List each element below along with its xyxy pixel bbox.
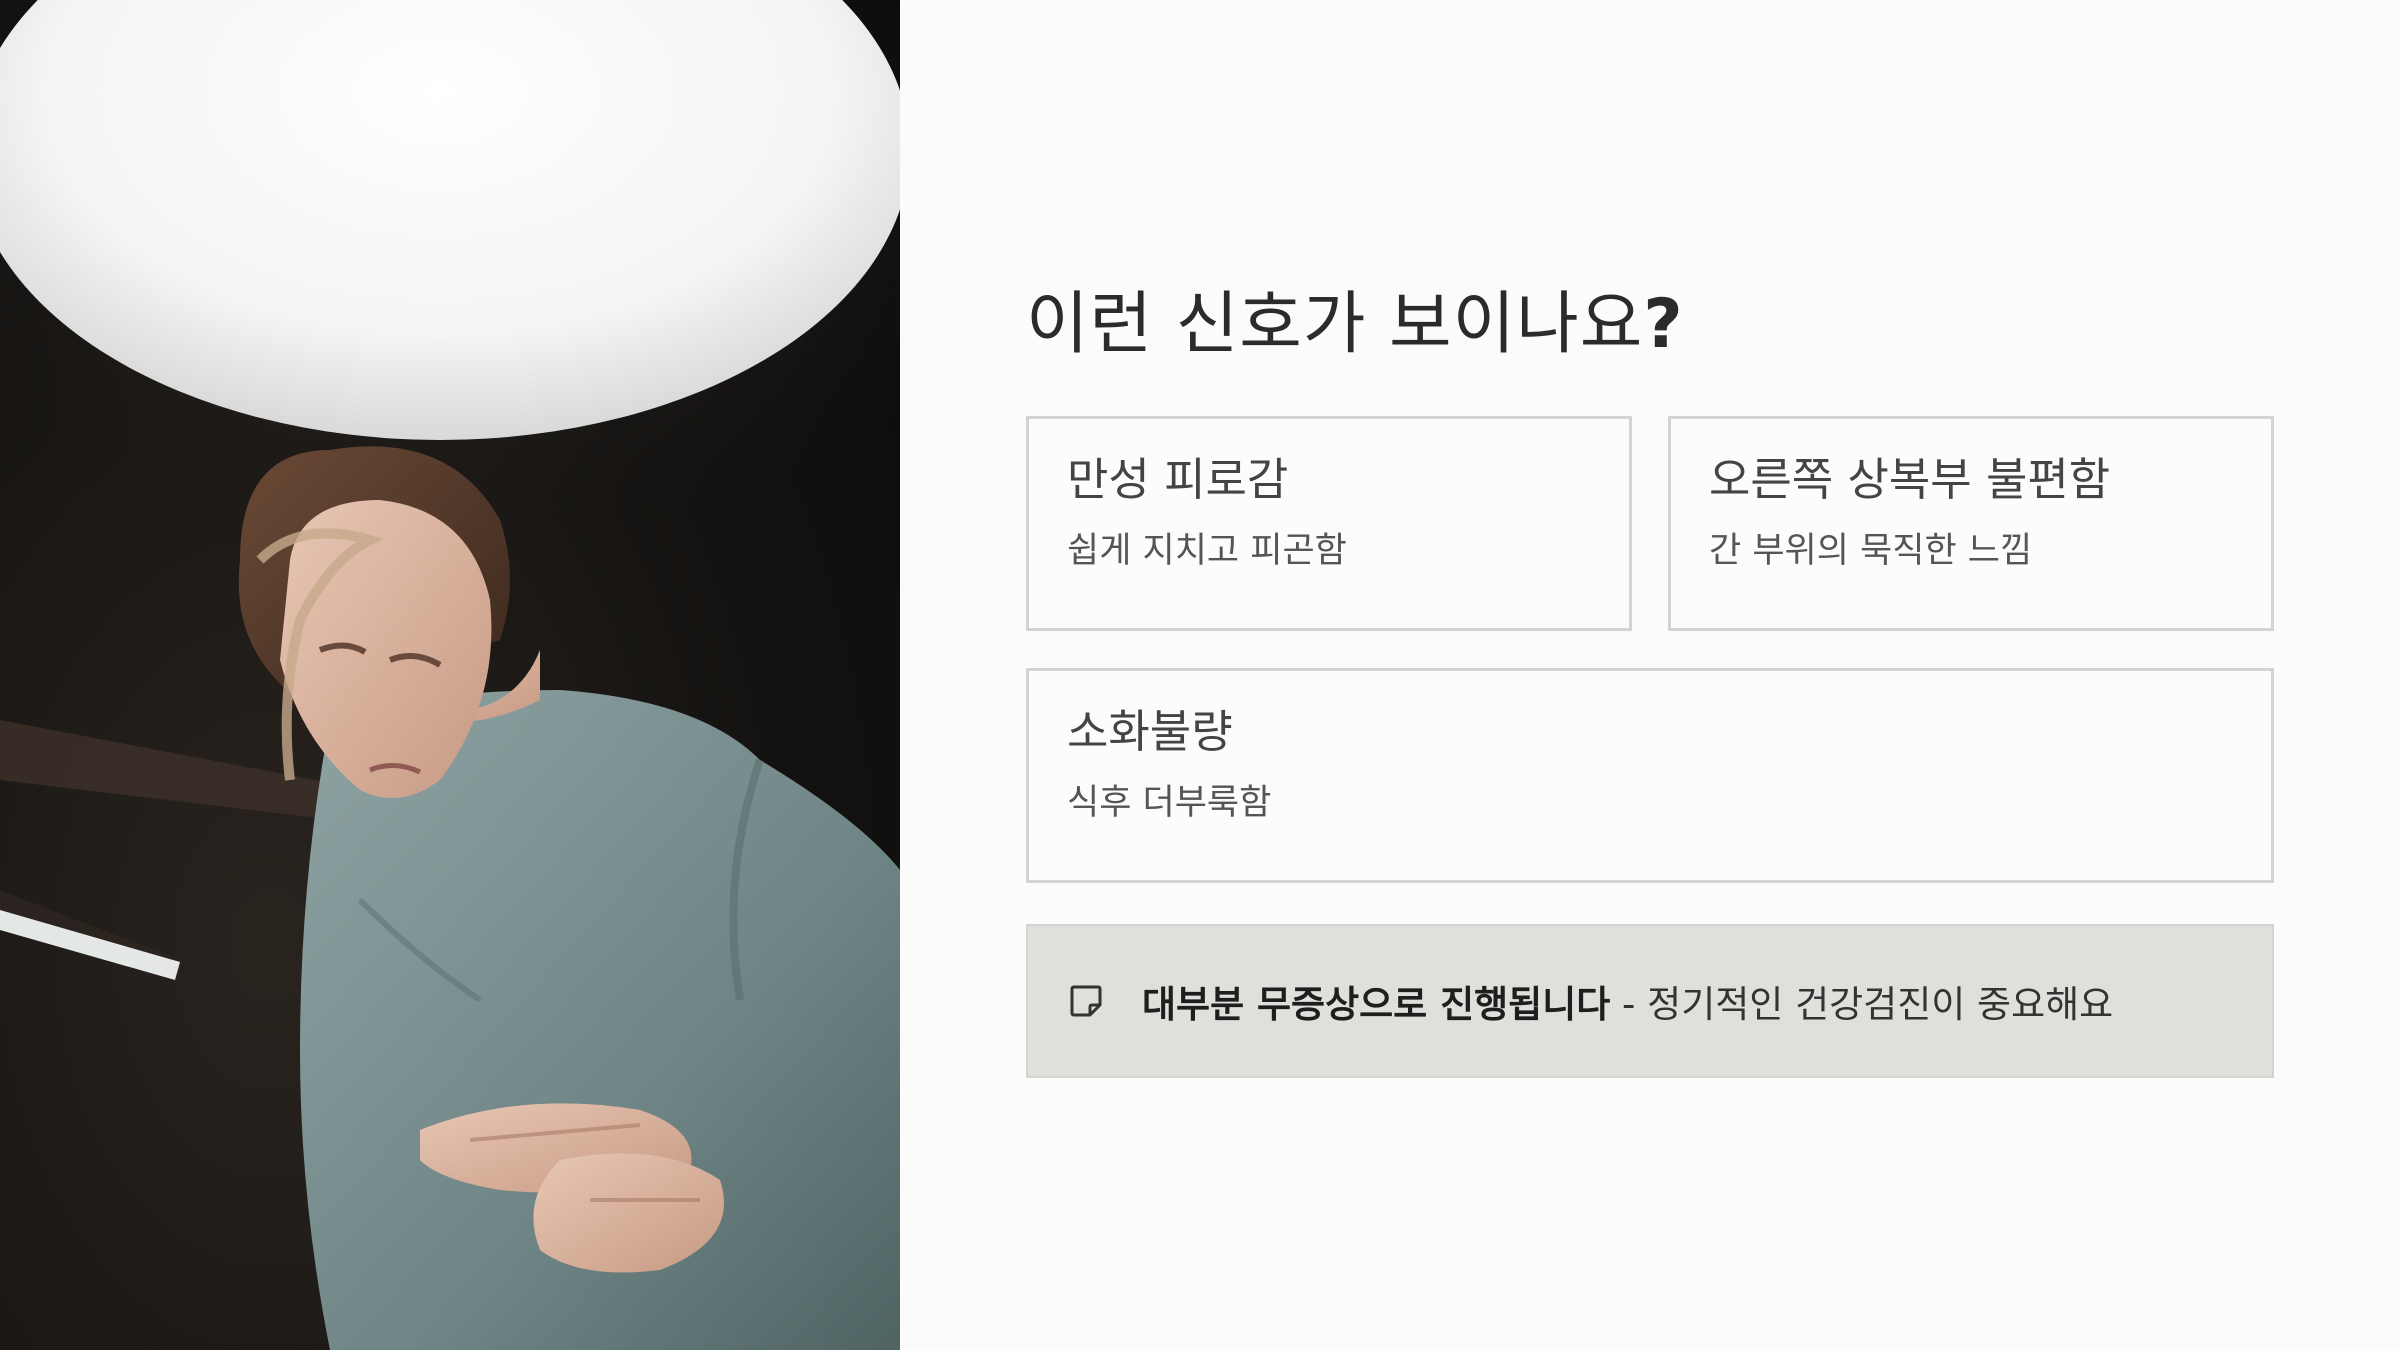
person-holding-stomach-image (0, 0, 900, 1350)
notice-text: 대부분 무증상으로 진행됩니다 - 정기적인 건강검진이 중요해요 (1142, 974, 2113, 1028)
notice-rest-text: - 정기적인 건강검진이 중요해요 (1610, 983, 2114, 1026)
title-question-mark: ? (1643, 285, 1684, 364)
card-title: 만성 피로감 (1067, 453, 1289, 506)
page-title: 이런 신호가 보이나요? (1026, 268, 1684, 367)
title-text: 이런 신호가 보이나요 (1026, 285, 1644, 364)
card-description: 쉽게 지치고 피곤함 (1067, 531, 1347, 571)
symptom-card-indigestion: 소화불량 식후 더부룩함 (1026, 668, 2274, 883)
card-title: 오른쪽 상복부 불편함 (1709, 453, 2111, 506)
notice-box: 대부분 무증상으로 진행됩니다 - 정기적인 건강검진이 중요해요 (1026, 924, 2274, 1078)
card-title: 소화불량 (1067, 705, 1233, 758)
card-description: 간 부위의 묵직한 느낌 (1709, 531, 2033, 571)
card-description: 식후 더부룩함 (1067, 783, 1272, 823)
notice-strong-text: 대부분 무증상으로 진행됩니다 (1142, 983, 1611, 1026)
hero-photo (0, 0, 900, 1350)
symptom-card-fatigue: 만성 피로감 쉽게 지치고 피곤함 (1026, 416, 1632, 631)
symptom-card-upper-right-abdomen: 오른쪽 상복부 불편함 간 부위의 묵직한 느낌 (1668, 416, 2274, 631)
note-icon (1070, 985, 1102, 1017)
